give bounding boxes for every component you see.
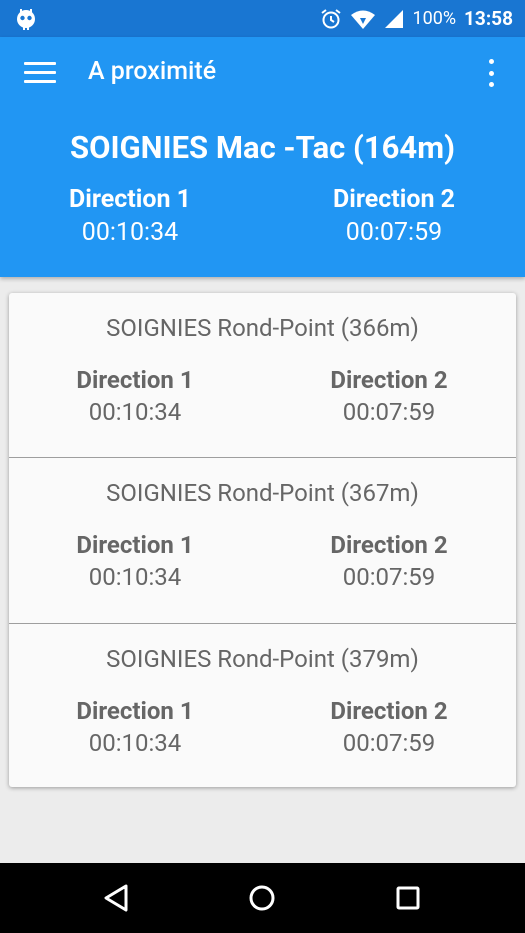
direction-label: Direction 2 — [332, 185, 456, 214]
direction-time: 00:07:59 — [345, 218, 443, 247]
more-vert-icon[interactable] — [481, 59, 501, 87]
direction-time: 00:10:34 — [88, 729, 182, 757]
direction-time: 00:10:34 — [88, 398, 182, 426]
list-item[interactable]: SOIGNIES Rond-Point (379m) Direction 1 0… — [9, 624, 516, 788]
direction-label: Direction 2 — [330, 697, 448, 725]
direction-label: Direction 2 — [330, 366, 448, 394]
direction-label: Direction 2 — [330, 531, 448, 559]
direction-time: 00:10:34 — [81, 218, 179, 247]
nearest-stop-name: SOIGNIES Mac -Tac (164m) — [70, 129, 455, 166]
page-title: A proximité — [88, 57, 217, 86]
direction-time: 00:07:59 — [342, 563, 436, 591]
android-robot-icon — [17, 9, 35, 30]
nearest-direction-1: Direction 1 00:10:34 — [30, 185, 230, 247]
stop-name: SOIGNIES Rond-Point (366m) — [106, 314, 419, 342]
direction-1: Direction 1 00:10:34 — [35, 366, 235, 426]
nearby-stops-card: SOIGNIES Rond-Point (366m) Direction 1 0… — [9, 293, 516, 787]
back-triangle-icon[interactable] — [98, 880, 134, 916]
direction-label: Direction 1 — [76, 697, 194, 725]
list-item[interactable]: SOIGNIES Rond-Point (367m) Direction 1 0… — [9, 458, 516, 622]
direction-2: Direction 2 00:07:59 — [289, 531, 489, 591]
direction-time: 00:10:34 — [88, 563, 182, 591]
status-bar: 100% 13:58 — [0, 0, 525, 37]
home-circle-icon[interactable] — [244, 880, 280, 916]
app-bar: A proximité SOIGNIES Mac -Tac (164m) Dir… — [0, 37, 525, 277]
direction-label: Direction 1 — [76, 531, 194, 559]
direction-label: Direction 1 — [68, 185, 192, 214]
navigation-bar — [0, 863, 525, 933]
wifi-icon — [351, 10, 376, 29]
direction-time: 00:07:59 — [342, 729, 436, 757]
nearest-direction-2: Direction 2 00:07:59 — [294, 185, 494, 247]
stop-name: SOIGNIES Rond-Point (379m) — [106, 645, 419, 673]
direction-1: Direction 1 00:10:34 — [35, 531, 235, 591]
status-time: 13:58 — [464, 7, 513, 30]
direction-label: Direction 1 — [76, 366, 194, 394]
recents-square-icon[interactable] — [390, 880, 426, 916]
direction-1: Direction 1 00:10:34 — [35, 697, 235, 757]
status-right: 100% 13:58 — [320, 0, 513, 37]
list-item[interactable]: SOIGNIES Rond-Point (366m) Direction 1 0… — [9, 293, 516, 457]
hamburger-menu-icon[interactable] — [24, 62, 56, 84]
alarm-clock-icon — [321, 8, 342, 28]
direction-2: Direction 2 00:07:59 — [289, 697, 489, 757]
direction-2: Direction 2 00:07:59 — [289, 366, 489, 426]
stop-name: SOIGNIES Rond-Point (367m) — [106, 479, 419, 507]
cell-signal-icon — [385, 9, 404, 28]
battery-percentage: 100% — [412, 8, 457, 29]
direction-time: 00:07:59 — [342, 398, 436, 426]
